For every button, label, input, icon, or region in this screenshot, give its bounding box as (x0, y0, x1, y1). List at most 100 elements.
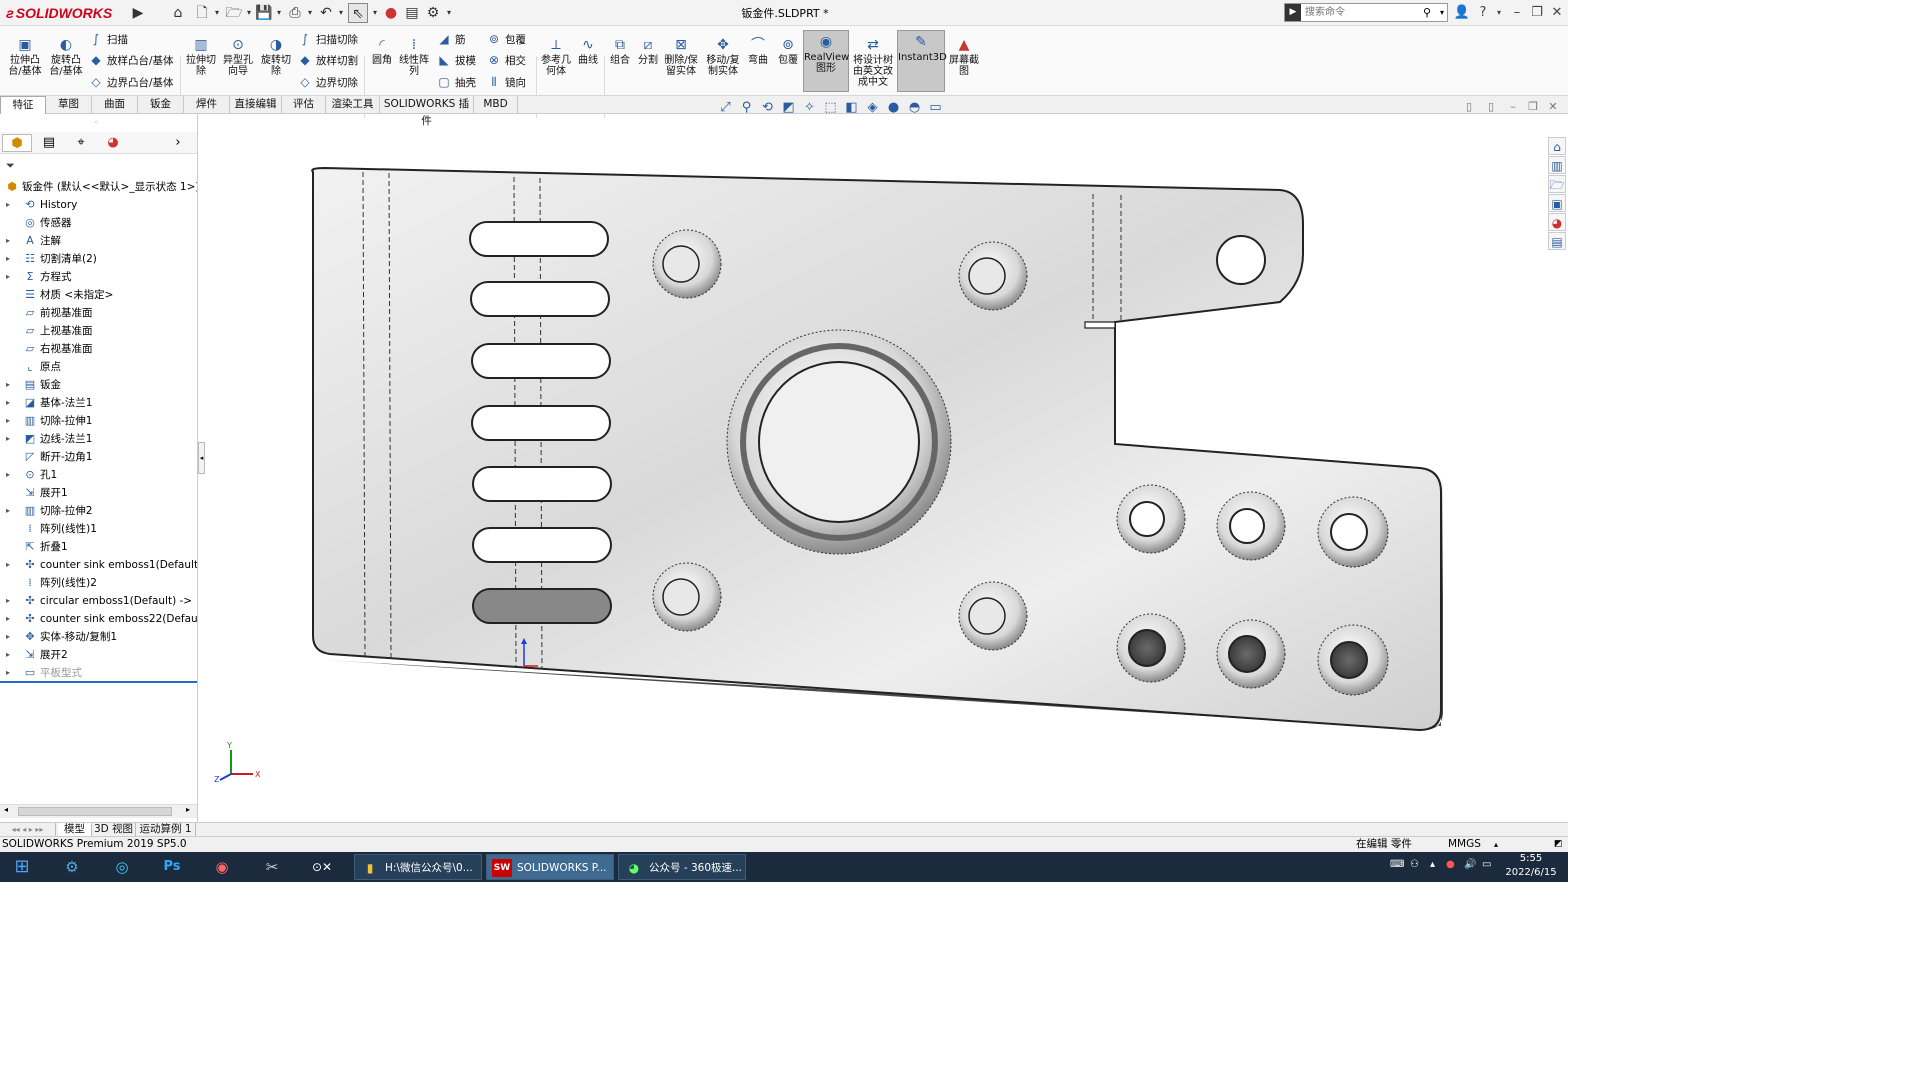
flex-button[interactable]: ⌒ 弯曲 (744, 34, 772, 66)
viewport-close-icon[interactable]: ✕ (1544, 100, 1562, 113)
boundary-boss-button[interactable]: ◇ 边界凸台/基体 (88, 73, 173, 91)
zoom-to-area-icon[interactable]: ⚲ (736, 100, 757, 115)
shell-button[interactable]: ▢ 抽壳 (436, 73, 476, 91)
expand-arrow-icon[interactable]: ▸ (6, 376, 14, 394)
tab-navigation-arrows-icon[interactable]: ◂◂ ◂ ▸ ▸▸ (0, 823, 56, 837)
move-copy-button[interactable]: ✥ 移动/复 制实体 (704, 34, 742, 77)
minimize-icon[interactable]: – (1508, 3, 1526, 23)
tree-root-part[interactable]: ⬢ 钣金件 (默认<<默认>_显示状态 1>) (0, 178, 197, 196)
search-input[interactable] (1305, 5, 1415, 20)
menu-expand-arrow-icon[interactable]: ▶ (128, 3, 148, 23)
expand-arrow-icon[interactable]: ▸ (6, 628, 14, 646)
expand-arrow-icon[interactable]: ▸ (6, 556, 14, 574)
tree-item[interactable]: ⇲ 展开1 (0, 484, 197, 502)
realview-button[interactable]: ◉ RealView 图形 (803, 30, 849, 92)
taskbar-window-browser[interactable]: ◕ 公众号 - 360极速... (618, 854, 746, 880)
windows-start-icon[interactable]: ⊞ (2, 854, 42, 880)
viewport-restore-icon[interactable]: ❐ (1524, 100, 1542, 113)
select-cursor-icon[interactable]: ⇖ (348, 3, 368, 23)
extrude-boss-button[interactable]: ▣ 拉伸凸 台/基体 (5, 34, 45, 77)
status-bar-toggle-icon[interactable]: ◩ (1554, 837, 1563, 852)
mirror-button[interactable]: ⫴ 镜向 (486, 73, 526, 91)
tray-expand-icon[interactable]: ▴ (1430, 859, 1435, 870)
file-explorer-icon[interactable]: 🗁 (1548, 175, 1566, 193)
expand-arrow-icon[interactable]: ▸ (6, 394, 14, 412)
tab-weldments[interactable]: 焊件 (184, 96, 230, 114)
hole-wizard-button[interactable]: ⊙ 异型孔 向导 (219, 34, 257, 77)
revolve-cut-button[interactable]: ◑ 旋转切 除 (257, 34, 295, 77)
linear-pattern-button[interactable]: ⁞ 线性阵 列 (396, 34, 432, 77)
feature-manager-tab-icon[interactable]: ⬢ (2, 134, 32, 152)
section-view-icon[interactable]: ◩ (778, 100, 799, 115)
keyboard-tray-icon[interactable]: ⌨ (1390, 859, 1404, 870)
apply-scene-icon[interactable]: ◓ (904, 100, 925, 115)
tab-evaluate[interactable]: 评估 (282, 96, 326, 114)
tree-item[interactable]: ▸ ▥ 切除-拉伸1 (0, 412, 197, 430)
search-mode-icon[interactable]: ▶ (1285, 4, 1301, 21)
sweep-button[interactable]: ∫ 扫描 (88, 30, 128, 48)
tree-item[interactable]: ⁞ 阵列(线性)1 (0, 520, 197, 538)
browser-e-icon[interactable]: ◎ (102, 854, 142, 880)
unit-system-arrow-icon[interactable]: ▴ (1494, 837, 1498, 852)
tree-item[interactable]: ☰ 材质 <未指定> (0, 286, 197, 304)
tree-item[interactable]: ▸ ✣ counter sink emboss1(Default) -> (0, 556, 197, 574)
taskbar-window-explorer[interactable]: ▮ H:\微信公众号\0... (354, 854, 482, 880)
search-commands-box[interactable]: ▶ ⚲ ▾ (1284, 3, 1448, 22)
wrap-button[interactable]: ⊚ 包覆 (774, 34, 802, 66)
expand-arrow-icon[interactable]: ▸ (6, 502, 14, 520)
slot-6[interactable] (472, 527, 612, 563)
view-orientation-icon[interactable]: ⬚ (820, 100, 841, 115)
taskbar-window-solidworks[interactable]: SW SOLIDWORKS P... (486, 854, 614, 880)
clock-time[interactable]: 5:55 (1496, 853, 1566, 864)
snipping-tool-icon[interactable]: ✂ (252, 854, 292, 880)
undo-dropdown-icon[interactable]: ▾ (336, 3, 346, 23)
view-palette-icon[interactable]: ▣ (1548, 194, 1566, 212)
photoshop-icon[interactable]: Ps (152, 854, 192, 880)
tab-features[interactable]: 特征 (0, 96, 46, 114)
tree-item[interactable]: ◎ 传感器 (0, 214, 197, 232)
slot-1[interactable] (469, 221, 609, 257)
display-style-icon[interactable]: ◧ (841, 100, 862, 115)
extrude-cut-button[interactable]: ▥ 拉伸切 除 (183, 34, 219, 77)
tree-item[interactable]: ▸ ⇲ 展开2 (0, 646, 197, 664)
expand-arrow-icon[interactable]: ▸ (6, 646, 14, 664)
rib-button[interactable]: ◢ 筋 (436, 30, 465, 48)
swept-cut-button[interactable]: ∫ 扫描切除 (297, 30, 358, 48)
scroll-left-icon[interactable]: ◂ (4, 805, 8, 814)
dynamic-annotation-icon[interactable]: ✧ (799, 100, 820, 115)
zoom-to-fit-icon[interactable]: ⤢ (715, 100, 736, 115)
viewport-tile-right-icon[interactable]: ▯ (1482, 100, 1500, 113)
clock-date[interactable]: 2022/6/15 (1496, 867, 1566, 878)
tree-item[interactable]: ▸ ◪ 基体-法兰1 (0, 394, 197, 412)
boundary-cut-button[interactable]: ◇ 边界切除 (297, 73, 358, 91)
file-properties-icon[interactable]: ▤ (402, 3, 422, 23)
options-gear-icon[interactable]: ⚙ (423, 3, 443, 23)
input-method-tray-icon[interactable]: ▭ (1482, 859, 1491, 870)
tree-item[interactable]: ▸ ⊙ 孔1 (0, 466, 197, 484)
capture-app-icon[interactable]: ⊙✕ (302, 854, 342, 880)
save-icon[interactable]: 💾 (254, 3, 274, 23)
tree-item[interactable]: ▸ ◩ 边线-法兰1 (0, 430, 197, 448)
tab-mbd[interactable]: MBD (474, 96, 518, 114)
tree-item[interactable]: ⁞ 阵列(线性)2 (0, 574, 197, 592)
expand-arrow-icon[interactable]: ▸ (6, 232, 14, 250)
translate-tree-button[interactable]: ⇄ 将设计树 由英文改 成中文 (850, 34, 896, 88)
wrap-small-button[interactable]: ⊚ 包覆 (486, 30, 526, 48)
save-dropdown-icon[interactable]: ▾ (274, 3, 284, 23)
appearances-scenes-icon[interactable]: ◕ (1548, 213, 1566, 231)
restore-icon[interactable]: ❐ (1528, 3, 1546, 23)
viewport-minimize-icon[interactable]: – (1504, 100, 1522, 113)
slot-2[interactable] (470, 281, 610, 317)
tab-solidworks-addins[interactable]: SOLIDWORKS 插件 (380, 96, 474, 127)
tree-item[interactable]: ▱ 上视基准面 (0, 322, 197, 340)
hide-show-items-icon[interactable]: ◈ (862, 100, 883, 115)
tree-item[interactable]: ◸ 断开-边角1 (0, 448, 197, 466)
panel-expand-chevron-icon[interactable]: › (168, 134, 188, 152)
expand-arrow-icon[interactable]: ▸ (6, 610, 14, 628)
scrollbar-thumb[interactable] (18, 807, 172, 816)
slot-3[interactable] (471, 343, 611, 379)
revolve-boss-button[interactable]: ◐ 旋转凸 台/基体 (46, 34, 86, 77)
tree-item[interactable]: ▸ ▥ 切除-拉伸2 (0, 502, 197, 520)
design-library-icon[interactable]: ▥ (1548, 156, 1566, 174)
network-tray-icon[interactable]: ⚇ (1410, 859, 1419, 870)
